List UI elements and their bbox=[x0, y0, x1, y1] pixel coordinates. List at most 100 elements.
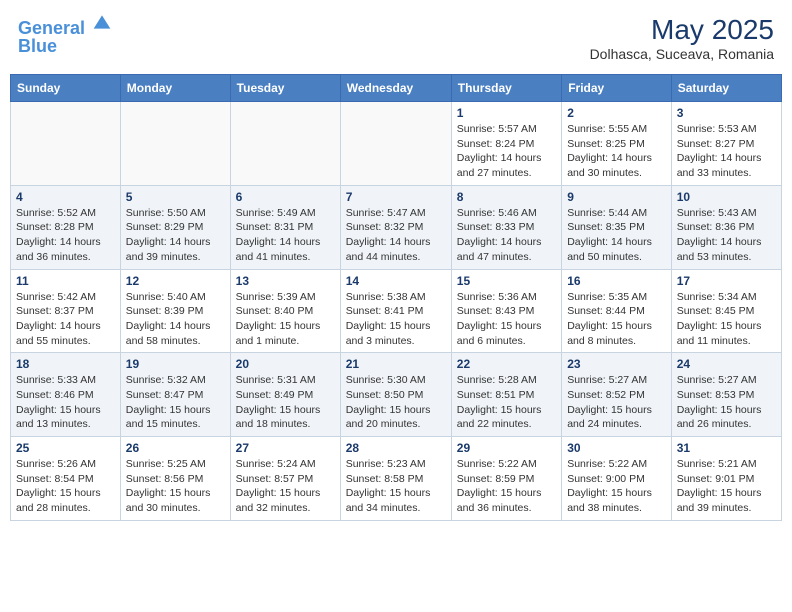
calendar-week-5: 25 Sunrise: 5:26 AMSunset: 8:54 PMDayligh… bbox=[11, 437, 782, 521]
day-number: 9 bbox=[567, 190, 666, 204]
day-info: Sunrise: 5:39 AMSunset: 8:40 PMDaylight:… bbox=[236, 290, 335, 349]
day-info: Sunrise: 5:57 AMSunset: 8:24 PMDaylight:… bbox=[457, 122, 556, 181]
day-info: Sunrise: 5:32 AMSunset: 8:47 PMDaylight:… bbox=[126, 373, 225, 432]
calendar-cell: 13 Sunrise: 5:39 AMSunset: 8:40 PMDayligh… bbox=[230, 269, 340, 353]
calendar-cell: 26Sunrise: 5:25 AMSunset: 8:56 PMDayligh… bbox=[120, 437, 230, 521]
calendar-cell: 21 Sunrise: 5:30 AMSunset: 8:50 PMDayligh… bbox=[340, 353, 451, 437]
day-number: 4 bbox=[16, 190, 115, 204]
page-header: General Blue May 2025 Dolhasca, Suceava,… bbox=[10, 10, 782, 66]
calendar-cell: 24 Sunrise: 5:27 AMSunset: 8:53 PMDayligh… bbox=[671, 353, 781, 437]
day-number: 14 bbox=[346, 274, 446, 288]
calendar-cell: 31 Sunrise: 5:21 AMSunset: 9:01 PMDayligh… bbox=[671, 437, 781, 521]
calendar-week-2: 4 Sunrise: 5:52 AMSunset: 8:28 PMDaylight… bbox=[11, 185, 782, 269]
day-number: 31 bbox=[677, 441, 776, 455]
day-info: Sunrise: 5:53 AMSunset: 8:27 PMDaylight:… bbox=[677, 122, 776, 181]
title-area: May 2025 Dolhasca, Suceava, Romania bbox=[590, 14, 774, 62]
day-header-wednesday: Wednesday bbox=[340, 75, 451, 102]
day-info: Sunrise: 5:21 AMSunset: 9:01 PMDaylight:… bbox=[677, 457, 776, 516]
calendar-cell: 12Sunrise: 5:40 AMSunset: 8:39 PMDayligh… bbox=[120, 269, 230, 353]
day-info: Sunrise: 5:40 AMSunset: 8:39 PMDaylight:… bbox=[126, 290, 225, 349]
calendar-week-3: 11 Sunrise: 5:42 AMSunset: 8:37 PMDayligh… bbox=[11, 269, 782, 353]
calendar-cell: 25 Sunrise: 5:26 AMSunset: 8:54 PMDayligh… bbox=[11, 437, 121, 521]
day-info: Sunrise: 5:46 AMSunset: 8:33 PMDaylight:… bbox=[457, 206, 556, 265]
calendar-cell: 23Sunrise: 5:27 AMSunset: 8:52 PMDayligh… bbox=[562, 353, 672, 437]
day-number: 21 bbox=[346, 357, 446, 371]
calendar-cell: 10 Sunrise: 5:43 AMSunset: 8:36 PMDayligh… bbox=[671, 185, 781, 269]
calendar-cell: 17 Sunrise: 5:34 AMSunset: 8:45 PMDayligh… bbox=[671, 269, 781, 353]
day-number: 11 bbox=[16, 274, 115, 288]
day-info: Sunrise: 5:42 AMSunset: 8:37 PMDaylight:… bbox=[16, 290, 115, 349]
day-header-monday: Monday bbox=[120, 75, 230, 102]
calendar-cell: 18Sunrise: 5:33 AMSunset: 8:46 PMDayligh… bbox=[11, 353, 121, 437]
day-header-tuesday: Tuesday bbox=[230, 75, 340, 102]
day-info: Sunrise: 5:22 AMSunset: 9:00 PMDaylight:… bbox=[567, 457, 666, 516]
calendar-cell: 7Sunrise: 5:47 AMSunset: 8:32 PMDaylight… bbox=[340, 185, 451, 269]
day-number: 23 bbox=[567, 357, 666, 371]
calendar-cell bbox=[11, 102, 121, 186]
day-info: Sunrise: 5:47 AMSunset: 8:32 PMDaylight:… bbox=[346, 206, 446, 265]
calendar-cell: 28 Sunrise: 5:23 AMSunset: 8:58 PMDayligh… bbox=[340, 437, 451, 521]
calendar-table: SundayMondayTuesdayWednesdayThursdayFrid… bbox=[10, 74, 782, 521]
calendar-cell: 29 Sunrise: 5:22 AMSunset: 8:59 PMDayligh… bbox=[451, 437, 561, 521]
calendar-cell: 4 Sunrise: 5:52 AMSunset: 8:28 PMDaylight… bbox=[11, 185, 121, 269]
day-number: 20 bbox=[236, 357, 335, 371]
calendar-cell: 1 Sunrise: 5:57 AMSunset: 8:24 PMDaylight… bbox=[451, 102, 561, 186]
calendar-cell: 19 Sunrise: 5:32 AMSunset: 8:47 PMDayligh… bbox=[120, 353, 230, 437]
logo-blue: Blue bbox=[18, 37, 112, 57]
day-info: Sunrise: 5:34 AMSunset: 8:45 PMDaylight:… bbox=[677, 290, 776, 349]
day-info: Sunrise: 5:22 AMSunset: 8:59 PMDaylight:… bbox=[457, 457, 556, 516]
day-number: 24 bbox=[677, 357, 776, 371]
day-number: 25 bbox=[16, 441, 115, 455]
day-number: 3 bbox=[677, 106, 776, 120]
day-number: 2 bbox=[567, 106, 666, 120]
day-info: Sunrise: 5:28 AMSunset: 8:51 PMDaylight:… bbox=[457, 373, 556, 432]
day-info: Sunrise: 5:49 AMSunset: 8:31 PMDaylight:… bbox=[236, 206, 335, 265]
day-header-saturday: Saturday bbox=[671, 75, 781, 102]
day-number: 1 bbox=[457, 106, 556, 120]
calendar-cell: 27 Sunrise: 5:24 AMSunset: 8:57 PMDayligh… bbox=[230, 437, 340, 521]
day-info: Sunrise: 5:30 AMSunset: 8:50 PMDaylight:… bbox=[346, 373, 446, 432]
day-number: 27 bbox=[236, 441, 335, 455]
day-info: Sunrise: 5:27 AMSunset: 8:53 PMDaylight:… bbox=[677, 373, 776, 432]
day-info: Sunrise: 5:38 AMSunset: 8:41 PMDaylight:… bbox=[346, 290, 446, 349]
location: Dolhasca, Suceava, Romania bbox=[590, 46, 774, 62]
day-info: Sunrise: 5:36 AMSunset: 8:43 PMDaylight:… bbox=[457, 290, 556, 349]
day-number: 15 bbox=[457, 274, 556, 288]
day-number: 17 bbox=[677, 274, 776, 288]
day-info: Sunrise: 5:24 AMSunset: 8:57 PMDaylight:… bbox=[236, 457, 335, 516]
calendar-cell: 8 Sunrise: 5:46 AMSunset: 8:33 PMDaylight… bbox=[451, 185, 561, 269]
day-info: Sunrise: 5:25 AMSunset: 8:56 PMDaylight:… bbox=[126, 457, 225, 516]
day-number: 10 bbox=[677, 190, 776, 204]
day-info: Sunrise: 5:23 AMSunset: 8:58 PMDaylight:… bbox=[346, 457, 446, 516]
day-info: Sunrise: 5:52 AMSunset: 8:28 PMDaylight:… bbox=[16, 206, 115, 265]
day-info: Sunrise: 5:43 AMSunset: 8:36 PMDaylight:… bbox=[677, 206, 776, 265]
month-year: May 2025 bbox=[590, 14, 774, 46]
calendar-cell bbox=[120, 102, 230, 186]
day-number: 19 bbox=[126, 357, 225, 371]
day-number: 29 bbox=[457, 441, 556, 455]
day-header-thursday: Thursday bbox=[451, 75, 561, 102]
day-info: Sunrise: 5:31 AMSunset: 8:49 PMDaylight:… bbox=[236, 373, 335, 432]
calendar-cell: 20 Sunrise: 5:31 AMSunset: 8:49 PMDayligh… bbox=[230, 353, 340, 437]
calendar-cell: 22 Sunrise: 5:28 AMSunset: 8:51 PMDayligh… bbox=[451, 353, 561, 437]
calendar-cell: 6 Sunrise: 5:49 AMSunset: 8:31 PMDaylight… bbox=[230, 185, 340, 269]
calendar-cell: 14 Sunrise: 5:38 AMSunset: 8:41 PMDayligh… bbox=[340, 269, 451, 353]
calendar-cell: 11 Sunrise: 5:42 AMSunset: 8:37 PMDayligh… bbox=[11, 269, 121, 353]
calendar-cell: 2 Sunrise: 5:55 AMSunset: 8:25 PMDaylight… bbox=[562, 102, 672, 186]
day-number: 6 bbox=[236, 190, 335, 204]
day-number: 30 bbox=[567, 441, 666, 455]
day-info: Sunrise: 5:26 AMSunset: 8:54 PMDaylight:… bbox=[16, 457, 115, 516]
calendar-cell: 30 Sunrise: 5:22 AMSunset: 9:00 PMDayligh… bbox=[562, 437, 672, 521]
day-info: Sunrise: 5:33 AMSunset: 8:46 PMDaylight:… bbox=[16, 373, 115, 432]
day-info: Sunrise: 5:35 AMSunset: 8:44 PMDaylight:… bbox=[567, 290, 666, 349]
day-number: 28 bbox=[346, 441, 446, 455]
calendar-cell: 3 Sunrise: 5:53 AMSunset: 8:27 PMDaylight… bbox=[671, 102, 781, 186]
day-info: Sunrise: 5:55 AMSunset: 8:25 PMDaylight:… bbox=[567, 122, 666, 181]
calendar-header-row: SundayMondayTuesdayWednesdayThursdayFrid… bbox=[11, 75, 782, 102]
calendar-cell: 9 Sunrise: 5:44 AMSunset: 8:35 PMDaylight… bbox=[562, 185, 672, 269]
day-info: Sunrise: 5:44 AMSunset: 8:35 PMDaylight:… bbox=[567, 206, 666, 265]
day-number: 22 bbox=[457, 357, 556, 371]
day-number: 8 bbox=[457, 190, 556, 204]
day-header-friday: Friday bbox=[562, 75, 672, 102]
day-number: 13 bbox=[236, 274, 335, 288]
